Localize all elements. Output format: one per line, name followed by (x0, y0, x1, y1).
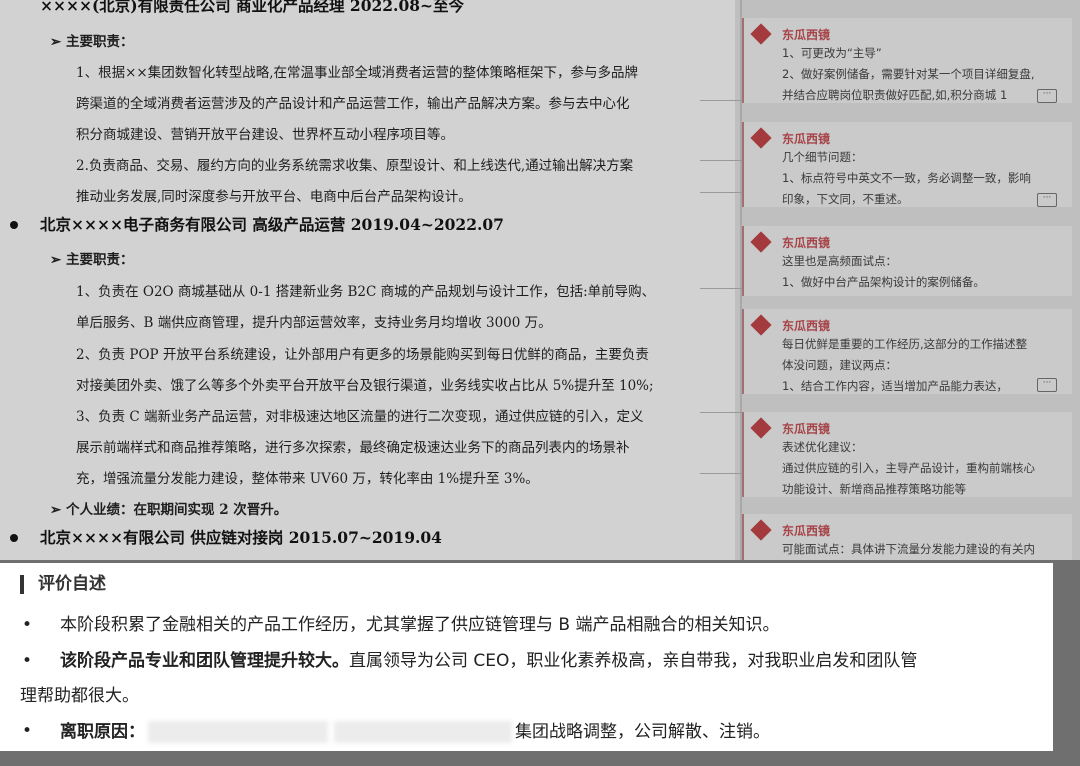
comment-card[interactable]: 东瓜西镜 这里也是高频面试点： 1、做好中台产品架构设计的案例储备。 (742, 226, 1072, 296)
comment-card[interactable]: 东瓜西镜 1、可更改为“主导” 2、做好案例储备，需要针对某一个项目详细复盘, … (742, 18, 1072, 103)
duty-line: 2.负责商品、交易、履约方向的业务系统需求收集、原型设计、和上线迭代,通过输出解… (76, 158, 634, 174)
emphasis-text: 该阶段产品专业和团队管理提升较大。 (60, 651, 349, 671)
list-bullet: • (22, 721, 33, 741)
more-options-icon[interactable]: ··· (1037, 89, 1057, 103)
comment-author: 东瓜西镜 (782, 236, 831, 250)
comment-line: 几个细节问题： (782, 150, 863, 164)
comment-line: 印象，下文同，不重述。 (782, 192, 909, 206)
comment-connector (700, 288, 742, 289)
author-seal-icon (750, 519, 772, 541)
comment-line: 1、标点符号中英文不一致，务必调整一致，影响 (782, 171, 1031, 185)
author-seal-icon (750, 314, 772, 336)
emphasis-text: 离职原因： (60, 722, 145, 742)
comment-line: 1、可更改为“主导” (782, 46, 882, 60)
duty-line: 展示前端样式和商品推荐策略，进行多次探索，最终确定极速达业务下的商品列表内的场景… (76, 440, 630, 456)
duty-line: 跨渠道的全域消费者运营涉及的产品设计和产品运营工作，输出产品解决方案。参与去中心… (76, 96, 630, 112)
more-options-icon[interactable]: ··· (1037, 378, 1057, 392)
duty-line: 充，增强流量分发能力建设，整体带来 UV60 万，转化率由 1%提升至 3%。 (76, 471, 539, 487)
duty-line: 1、负责在 O2O 商城基础从 0-1 搭建新业务 B2C 商城的产品规划与设计… (76, 284, 656, 300)
job-title: ××××(北京)有限责任公司 商业化产品经理 2022.08~至今 (40, 0, 465, 15)
comment-connector (700, 412, 742, 413)
comment-card[interactable]: 东瓜西镜 每日优鲜是重要的工作经历,这部分的工作描述整 体没问题，建议两点： 1… (742, 309, 1072, 394)
comment-line: 每日优鲜是重要的工作经历,这部分的工作描述整 (782, 337, 1028, 351)
job-title: 北京××××电子商务有限公司 高级产品运营 2019.04~2022.07 (40, 215, 504, 234)
job-title: 北京××××有限公司 供应链对接岗 2015.07~2019.04 (40, 528, 442, 547)
duty-line: 推动业务发展,同时深度参与开放平台、电商中后台产品架构设计。 (76, 189, 472, 205)
duty-line: 1、根据××集团数智化转型战略,在常温事业部全域消费者运营的整体策略框架下，参与… (76, 65, 639, 81)
list-item: 离职原因： 集团战略调整，公司解散、注销。 (60, 721, 770, 743)
list-item-text: 直属领导为公司 CEO，职业化素养极高，亲自带我，对我职业启发和团队管 (349, 651, 918, 671)
redacted-text (148, 721, 328, 743)
comment-line: 通过供应链的引入，主导产品设计，重构前端核心 (782, 461, 1035, 475)
comment-line: 这里也是高频面试点： (782, 254, 897, 268)
bullet (10, 534, 18, 542)
list-item: 本阶段积累了金融相关的产品工作经历，尤其掌握了供应链管理与 B 端产品相融合的相… (60, 615, 780, 635)
author-seal-icon (750, 231, 772, 253)
comment-line: 表述优化建议： (782, 440, 863, 454)
comment-line: 功能设计、新增商品推荐策略功能等 (782, 482, 966, 496)
comment-author: 东瓜西镜 (782, 524, 831, 538)
author-seal-icon (750, 23, 772, 45)
redacted-text (334, 721, 512, 743)
comment-connector (700, 473, 742, 474)
list-item-text: 集团战略调整，公司解散、注销。 (515, 722, 770, 742)
comment-author: 东瓜西镜 (782, 28, 831, 42)
comment-line: 可能面试点：具体讲下流量分发能力建设的有关内 (782, 542, 1035, 556)
author-seal-icon (750, 417, 772, 439)
comment-card[interactable]: 东瓜西镜 几个细节问题： 1、标点符号中英文不一致，务必调整一致，影响 印象，下… (742, 122, 1072, 207)
self-evaluation-panel: 评价自述 • 本阶段积累了金融相关的产品工作经历，尤其掌握了供应链管理与 B 端… (0, 563, 1053, 751)
comment-line: 并结合应聘岗位职责做好匹配,如,积分商城 1 (782, 88, 1008, 102)
duty-line: 积分商城建设、营销开放平台建设、世界杯互动小程序项目等。 (76, 127, 454, 143)
author-seal-icon (750, 127, 772, 149)
comment-line: 1、结合工作内容，适当增加产品能力表达， (782, 379, 1008, 393)
comment-connector (700, 192, 742, 193)
list-item: 该阶段产品专业和团队管理提升较大。直属领导为公司 CEO，职业化素养极高，亲自带… (60, 651, 917, 671)
list-bullet: • (22, 615, 33, 635)
more-options-icon[interactable]: ··· (1037, 193, 1057, 207)
duty-line: 2、负责 POP 开放平台系统建设，让外部用户有更多的场景能购买到每日优鲜的商品… (76, 347, 649, 363)
comment-card[interactable]: 东瓜西镜 可能面试点：具体讲下流量分发能力建设的有关内 (742, 514, 1072, 560)
comment-connector (700, 160, 742, 161)
duties-label: ➢ 主要职责： (50, 34, 134, 50)
list-item-continuation: 理帮助都很大。 (20, 686, 139, 706)
duty-line: 3、负责 C 端新业务产品运营，对非极速达地区流量的进行二次变现，通过供应链的引… (76, 409, 644, 425)
comment-author: 东瓜西镜 (782, 132, 831, 146)
comment-line: 1、做好中台产品架构设计的案例储备。 (782, 275, 985, 289)
resume-document: ××××(北京)有限责任公司 商业化产品经理 2022.08~至今 ➢ 主要职责… (0, 0, 735, 560)
comment-line: 2、做好案例储备，需要针对某一个项目详细复盘, (782, 67, 1035, 81)
duty-line: 单后服务、B 端供应商管理，提升内部运营效率，支持业务月均增收 3000 万。 (76, 315, 552, 331)
bullet (10, 221, 18, 229)
performance-line: ➢ 个人业绩：在职期间实现 2 次晋升。 (50, 502, 288, 518)
comment-author: 东瓜西镜 (782, 319, 831, 333)
duty-line: 对接美团外卖、饿了么等多个外卖平台开放平台及银行渠道，业务线实收占比从 5%提升… (76, 378, 654, 394)
duties-label: ➢ 主要职责： (50, 252, 134, 268)
list-bullet: • (22, 651, 33, 671)
comment-card[interactable]: 东瓜西镜 表述优化建议： 通过供应链的引入，主导产品设计，重构前端核心 功能设计… (742, 412, 1072, 497)
comment-line: 体没问题，建议两点： (782, 358, 897, 372)
panel-heading: 评价自述 (20, 575, 106, 594)
comment-connector (700, 100, 742, 101)
comment-author: 东瓜西镜 (782, 422, 831, 436)
